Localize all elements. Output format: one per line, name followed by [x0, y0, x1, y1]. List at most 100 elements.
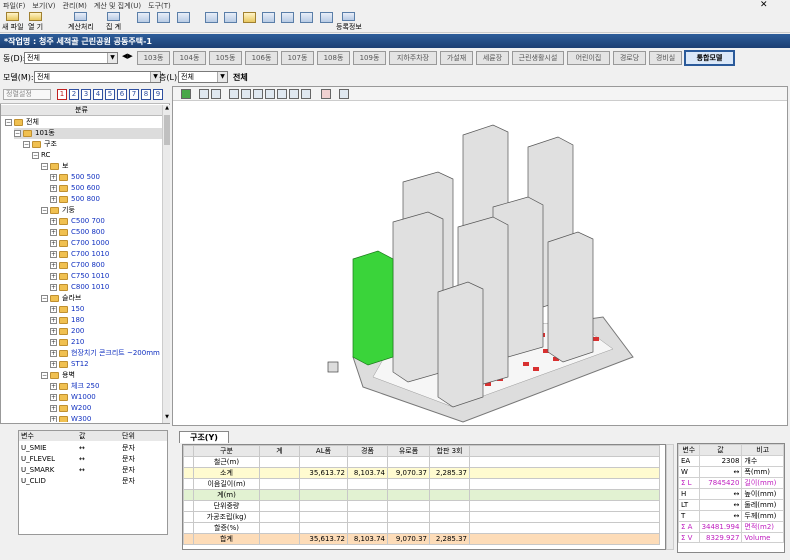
model-select[interactable]: 전체 ▼	[34, 71, 161, 83]
expand-icon[interactable]: +	[50, 339, 57, 346]
floor-select[interactable]: 전체 ▼	[178, 71, 228, 83]
tree-item[interactable]: − 전체	[5, 117, 39, 128]
collapse-icon[interactable]: −	[23, 141, 30, 148]
collapse-icon[interactable]: −	[32, 152, 39, 159]
tab-scroll-left-icon[interactable]: ◀▶	[122, 52, 133, 60]
grid-row[interactable]: 합계 35,613.72 8,103.74 9,070.37 2,285.37	[183, 533, 660, 545]
tab-building-9[interactable]: 세륜장	[476, 51, 509, 65]
list-icon[interactable]	[321, 89, 331, 99]
tab-building-0[interactable]: 103동	[137, 51, 170, 65]
sort-settings-button[interactable]: 정렬설정	[3, 89, 51, 100]
row-selector[interactable]	[183, 478, 194, 490]
expand-icon[interactable]: +	[50, 262, 57, 269]
expand-icon[interactable]: +	[50, 328, 57, 335]
tree-item[interactable]: + ST12	[50, 359, 89, 370]
tab-building-6[interactable]: 109동	[353, 51, 386, 65]
tree-item[interactable]: +200	[50, 326, 84, 337]
tab-building-8[interactable]: 가설재	[440, 51, 473, 65]
expand-icon[interactable]: +	[50, 196, 57, 203]
row-selector[interactable]	[183, 489, 194, 501]
report-button-1[interactable]	[205, 12, 218, 32]
zoom-out-button[interactable]	[157, 12, 170, 32]
tab-building-14[interactable]: 통합모델	[684, 50, 735, 66]
open-button[interactable]: 열 기	[28, 12, 43, 32]
grid-row[interactable]: 가공조립(kg)	[183, 511, 660, 523]
expand-icon[interactable]: +	[50, 273, 57, 280]
tree-item[interactable]: +180	[50, 315, 84, 326]
report-button-5[interactable]	[281, 12, 294, 32]
tab-building-7[interactable]: 지하주차장	[389, 51, 437, 65]
tree-item[interactable]: +150	[50, 304, 84, 315]
cube-front-icon[interactable]	[229, 89, 239, 99]
tree-item[interactable]: − 기둥	[41, 205, 75, 216]
expand-icon[interactable]: +	[50, 350, 57, 357]
level-button-6[interactable]: 6	[117, 89, 127, 100]
calc-button[interactable]: 계산처리	[68, 12, 94, 32]
tab-building-2[interactable]: 105동	[209, 51, 242, 65]
level-button-3[interactable]: 3	[81, 89, 91, 100]
building-select[interactable]: 전체 ▼	[24, 52, 118, 64]
tree-item[interactable]: − 구조	[23, 139, 57, 150]
properties-row[interactable]: EA 2308 개수	[678, 455, 784, 467]
tree-item[interactable]: + C750 1010	[50, 271, 109, 282]
tree-item[interactable]: + W300	[50, 414, 91, 422]
cube-iso-icon[interactable]	[301, 89, 311, 99]
register-button[interactable]: 등록정보	[336, 12, 362, 32]
properties-row[interactable]: H ↔ 높이(mm)	[678, 488, 784, 500]
grid-row[interactable]: 단위중량	[183, 500, 660, 512]
collapse-icon[interactable]: −	[5, 119, 12, 126]
row-selector[interactable]	[183, 500, 194, 512]
tab-building-1[interactable]: 104동	[173, 51, 206, 65]
tree-item[interactable]: + 체크 250	[50, 381, 99, 392]
expand-icon[interactable]: +	[50, 185, 57, 192]
tree-item[interactable]: − 슬라브	[41, 293, 81, 304]
row-selector[interactable]	[183, 456, 194, 468]
expand-icon[interactable]: +	[50, 240, 57, 247]
collapse-icon[interactable]: −	[14, 130, 21, 137]
tree-item[interactable]: + 현장치기 콘크리트 ~200mm 두께	[50, 348, 162, 359]
grid-row[interactable]: 이음길이(m)	[183, 478, 660, 490]
expand-icon[interactable]: +	[50, 218, 57, 225]
level-button-9[interactable]: 9	[153, 89, 163, 100]
expand-icon[interactable]: +	[50, 405, 57, 412]
tree-item[interactable]: − 보	[41, 161, 68, 172]
report-button-3[interactable]	[243, 12, 256, 32]
level-button-5[interactable]: 5	[105, 89, 115, 100]
sum-button[interactable]: 집 계	[106, 12, 121, 32]
collapse-icon[interactable]: −	[41, 372, 48, 379]
tab-building-11[interactable]: 어린이집	[567, 51, 610, 65]
tab-building-10[interactable]: 근린생활시설	[512, 51, 564, 65]
row-selector[interactable]	[183, 522, 194, 534]
level-button-7[interactable]: 7	[129, 89, 139, 100]
new-file-button[interactable]: 새 파일	[2, 12, 24, 32]
tab-building-13[interactable]: 경비실	[649, 51, 682, 65]
cube-bottom-icon[interactable]	[289, 89, 299, 99]
expand-icon[interactable]: +	[50, 284, 57, 291]
expand-icon[interactable]: +	[50, 317, 57, 324]
tree-item[interactable]: +500 800	[50, 194, 100, 205]
tree-item[interactable]: − 101동	[14, 128, 162, 139]
menu-view[interactable]: 보기(V)	[32, 1, 55, 11]
level-button-4[interactable]: 4	[93, 89, 103, 100]
expand-icon[interactable]: +	[50, 229, 57, 236]
tree-scrollbar[interactable]: ▲ ▼	[162, 105, 170, 423]
properties-row[interactable]: T ↔ 두께(mm)	[678, 510, 784, 522]
expand-icon[interactable]: +	[50, 361, 57, 368]
tree-item[interactable]: + C700 1000	[50, 238, 109, 249]
grid-row[interactable]: 계(m)	[183, 489, 660, 501]
view-icon[interactable]	[199, 89, 209, 99]
cube-right-icon[interactable]	[265, 89, 275, 99]
tree-item[interactable]: +500 600	[50, 183, 100, 194]
menu-calc[interactable]: 계산 및 집계(U)	[94, 1, 141, 11]
cube-top-icon[interactable]	[277, 89, 287, 99]
collapse-icon[interactable]: −	[41, 207, 48, 214]
3d-viewport[interactable]	[172, 86, 788, 426]
export-button[interactable]	[320, 12, 333, 32]
tab-building-12[interactable]: 경로당	[613, 51, 646, 65]
expand-icon[interactable]: +	[50, 174, 57, 181]
zoom-fit-button[interactable]	[177, 12, 190, 32]
collapse-icon[interactable]: −	[41, 295, 48, 302]
expand-icon[interactable]: +	[50, 306, 57, 313]
grid-row[interactable]: 철근(m)	[183, 456, 660, 468]
level-button-8[interactable]: 8	[141, 89, 151, 100]
